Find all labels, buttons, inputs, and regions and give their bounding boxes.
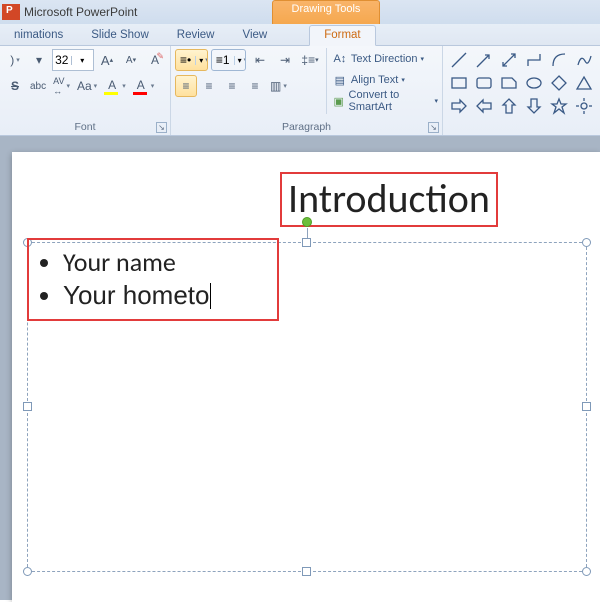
chevron-down-icon: ▾ bbox=[434, 97, 438, 105]
tab-spacer bbox=[281, 38, 309, 45]
font-separator-icon: ▾ bbox=[28, 49, 50, 71]
resize-handle-sw[interactable] bbox=[23, 567, 32, 576]
ribbon-tabs: nimations Slide Show Review View Format bbox=[0, 24, 600, 46]
font-size-value: 32 bbox=[53, 53, 71, 67]
rotation-handle[interactable] bbox=[302, 217, 312, 227]
decrease-indent-button[interactable]: ⇤ bbox=[249, 49, 271, 71]
font-color-button[interactable]: A bbox=[130, 75, 158, 97]
resize-handle-s[interactable] bbox=[302, 567, 311, 576]
line-spacing-button[interactable]: ‡≡▾ bbox=[299, 49, 321, 71]
resize-handle-ne[interactable] bbox=[582, 238, 591, 247]
align-center-button[interactable]: ≡ bbox=[198, 75, 220, 97]
numbering-button[interactable]: ≡1 ▾ bbox=[211, 49, 246, 71]
shape-snip-rect[interactable] bbox=[497, 72, 521, 94]
chevron-down-icon[interactable]: ▾ bbox=[234, 56, 246, 65]
shape-curve-connector[interactable] bbox=[547, 49, 571, 71]
group-font: ) ▾ 32 ▾ A▴ A▾ A✎ S abc AV↔ Aa A A bbox=[0, 46, 171, 135]
shape-star[interactable] bbox=[547, 95, 571, 117]
chevron-down-icon[interactable]: ▾ bbox=[195, 56, 208, 65]
chevron-down-icon: ▾ bbox=[401, 76, 405, 84]
text-direction-icon: A↕ bbox=[332, 51, 348, 67]
tab-format[interactable]: Format bbox=[309, 25, 375, 46]
bullet-list[interactable]: Your name Your hometo bbox=[29, 246, 277, 311]
contextual-tab-drawing-tools[interactable]: Drawing Tools bbox=[272, 0, 380, 24]
separator bbox=[326, 48, 327, 114]
tab-view[interactable]: View bbox=[228, 26, 281, 45]
paragraph-dialog-launcher[interactable]: ↘ bbox=[428, 122, 439, 133]
group-label-paragraph: Paragraph ↘ bbox=[171, 120, 442, 135]
tab-slide-show[interactable]: Slide Show bbox=[77, 26, 163, 45]
powerpoint-icon bbox=[2, 4, 20, 20]
slide-title-text[interactable]: Introduction bbox=[288, 174, 490, 223]
character-spacing-button[interactable]: AV↔ bbox=[50, 75, 73, 97]
shape-triangle[interactable] bbox=[572, 72, 596, 94]
shape-sun[interactable] bbox=[572, 95, 596, 117]
bullets-button[interactable]: ≡• ▾ bbox=[175, 49, 208, 71]
change-case-button[interactable]: Aa bbox=[74, 75, 100, 97]
bullet-item-2[interactable]: Your hometo bbox=[63, 279, 277, 312]
increase-indent-button[interactable]: ⇥ bbox=[274, 49, 296, 71]
shadow-button[interactable]: abc bbox=[27, 75, 49, 97]
tab-review[interactable]: Review bbox=[163, 26, 229, 45]
resize-handle-se[interactable] bbox=[582, 567, 591, 576]
align-left-button[interactable]: ≡ bbox=[175, 75, 197, 97]
slide-workspace[interactable]: Introduction Your name Your hometo bbox=[0, 136, 600, 600]
shape-up-arrow[interactable] bbox=[497, 95, 521, 117]
columns-button[interactable]: ▥ bbox=[267, 75, 290, 97]
shape-line[interactable] bbox=[447, 49, 471, 71]
font-color-swatch bbox=[133, 92, 147, 95]
shape-double-arrow[interactable] bbox=[497, 49, 521, 71]
annotation-title-highlight: Introduction bbox=[280, 172, 498, 227]
numbering-icon: ≡1 bbox=[212, 53, 234, 67]
justify-button[interactable]: ≡ bbox=[244, 75, 266, 97]
grow-font-button[interactable]: A▴ bbox=[96, 49, 118, 71]
bullet-item-1[interactable]: Your name bbox=[63, 246, 277, 279]
slide-canvas[interactable]: Introduction Your name Your hometo bbox=[12, 152, 600, 602]
text-direction-button[interactable]: A↕ Text Direction ▾ bbox=[332, 49, 438, 69]
group-label-font: Font ↘ bbox=[0, 120, 170, 135]
paragraph-side-buttons: A↕ Text Direction ▾ ▤ Align Text ▾ ▣ Con… bbox=[328, 46, 442, 120]
bullets-icon: ≡• bbox=[176, 53, 195, 67]
contextual-tab-label: Drawing Tools bbox=[292, 3, 361, 15]
shape-ellipse[interactable] bbox=[522, 72, 546, 94]
ribbon: ) ▾ 32 ▾ A▴ A▾ A✎ S abc AV↔ Aa A A bbox=[0, 46, 600, 136]
convert-smartart-button[interactable]: ▣ Convert to SmartArt ▾ bbox=[332, 91, 438, 111]
group-drawing bbox=[443, 46, 600, 135]
shape-freeform[interactable] bbox=[572, 49, 596, 71]
shapes-gallery[interactable] bbox=[443, 46, 600, 120]
font-dialog-launcher[interactable]: ↘ bbox=[156, 122, 167, 133]
resize-handle-e[interactable] bbox=[582, 402, 591, 411]
shape-left-arrow[interactable] bbox=[472, 95, 496, 117]
smartart-icon: ▣ bbox=[332, 93, 346, 109]
chevron-down-icon: ▾ bbox=[421, 55, 425, 63]
resize-handle-w[interactable] bbox=[23, 402, 32, 411]
shape-diamond[interactable] bbox=[547, 72, 571, 94]
highlight-swatch bbox=[104, 92, 118, 95]
align-right-button[interactable]: ≡ bbox=[221, 75, 243, 97]
font-size-combo[interactable]: 32 ▾ bbox=[52, 49, 94, 71]
text-highlight-button[interactable]: A bbox=[101, 75, 129, 97]
align-text-button[interactable]: ▤ Align Text ▾ bbox=[332, 70, 438, 90]
annotation-bullets-highlight: Your name Your hometo bbox=[27, 238, 279, 321]
shape-right-arrow[interactable] bbox=[447, 95, 471, 117]
align-text-icon: ▤ bbox=[332, 72, 348, 88]
shape-connector[interactable] bbox=[522, 49, 546, 71]
shape-arrow[interactable] bbox=[472, 49, 496, 71]
clear-formatting-button[interactable]: A✎ bbox=[144, 49, 166, 71]
shape-rounded-rect[interactable] bbox=[472, 72, 496, 94]
strikethrough-button[interactable]: S bbox=[4, 75, 26, 97]
chevron-down-icon[interactable]: ▾ bbox=[71, 56, 94, 65]
resize-handle-n[interactable] bbox=[302, 238, 311, 247]
font-family-dropdown[interactable]: ) bbox=[4, 49, 26, 71]
tab-animations[interactable]: nimations bbox=[0, 26, 77, 45]
shape-down-arrow[interactable] bbox=[522, 95, 546, 117]
shrink-font-button[interactable]: A▾ bbox=[120, 49, 142, 71]
shape-rectangle[interactable] bbox=[447, 72, 471, 94]
group-paragraph: ≡• ▾ ≡1 ▾ ⇤ ⇥ ‡≡▾ ≡ ≡ ≡ ≡ ▥ bbox=[171, 46, 443, 135]
text-caret bbox=[210, 283, 211, 309]
